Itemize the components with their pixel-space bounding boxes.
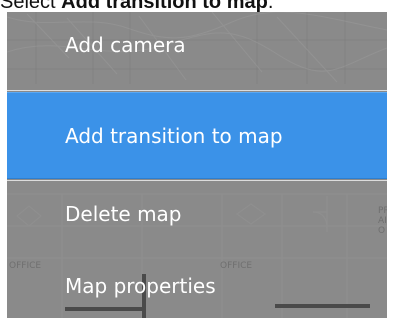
map-canvas: OFFICE OFFICE PR AI O Add camera Add tra… <box>7 12 387 318</box>
menu-item-delete-map[interactable]: Delete map <box>7 182 387 246</box>
menu-item-label: Add camera <box>65 33 186 57</box>
menu-item-map-properties[interactable]: Map properties <box>7 254 387 318</box>
menu-item-label: Add transition to map <box>65 124 283 148</box>
menu-item-label: Map properties <box>65 274 216 298</box>
menu-item-add-camera[interactable]: Add camera <box>7 12 387 90</box>
menu-item-add-transition-to-map[interactable]: Add transition to map <box>7 92 387 179</box>
screenshot: Select Add transition to map. OFFICE OFF… <box>0 0 393 318</box>
menu-separator <box>7 180 387 181</box>
menu-item-label: Delete map <box>65 202 182 226</box>
menu-separator <box>7 90 387 91</box>
context-menu: Add camera Add transition to map Delete … <box>7 12 387 318</box>
